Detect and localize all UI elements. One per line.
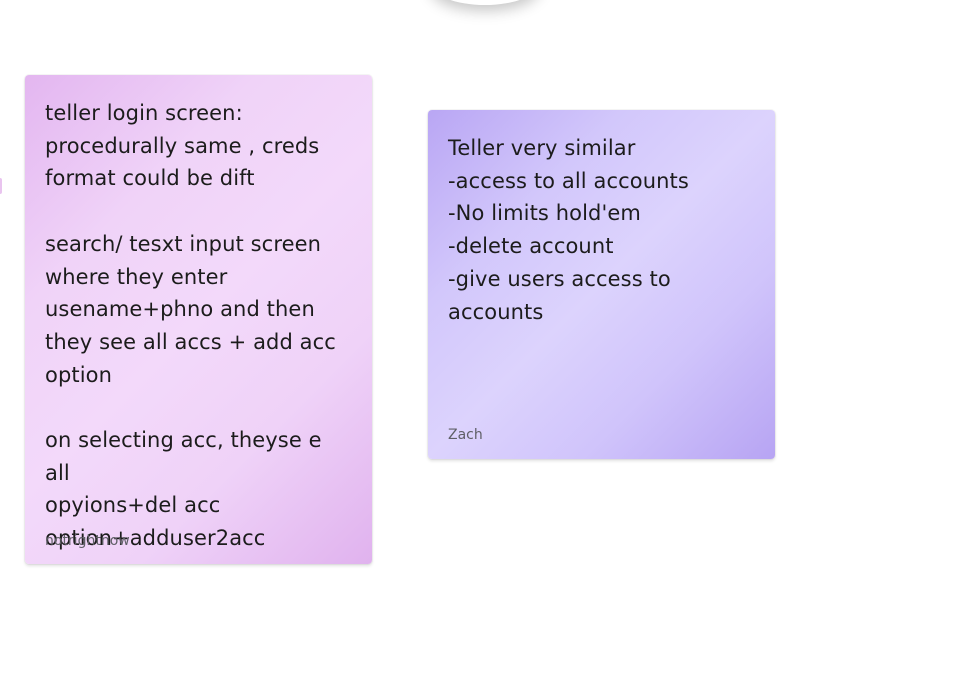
offscreen-note-edge <box>0 178 2 194</box>
sticky-note-author: notrightnow <box>45 533 130 549</box>
floating-element-shadow <box>430 0 540 5</box>
sticky-note-teller-login[interactable]: teller login screen: procedurally same ,… <box>25 75 372 564</box>
sticky-note-text[interactable]: Teller very similar -access to all accou… <box>448 132 755 328</box>
sticky-note-author: Zach <box>448 427 483 443</box>
sticky-note-text[interactable]: teller login screen: procedurally same ,… <box>45 97 352 555</box>
sticky-note-teller-similar[interactable]: Teller very similar -access to all accou… <box>428 110 775 459</box>
